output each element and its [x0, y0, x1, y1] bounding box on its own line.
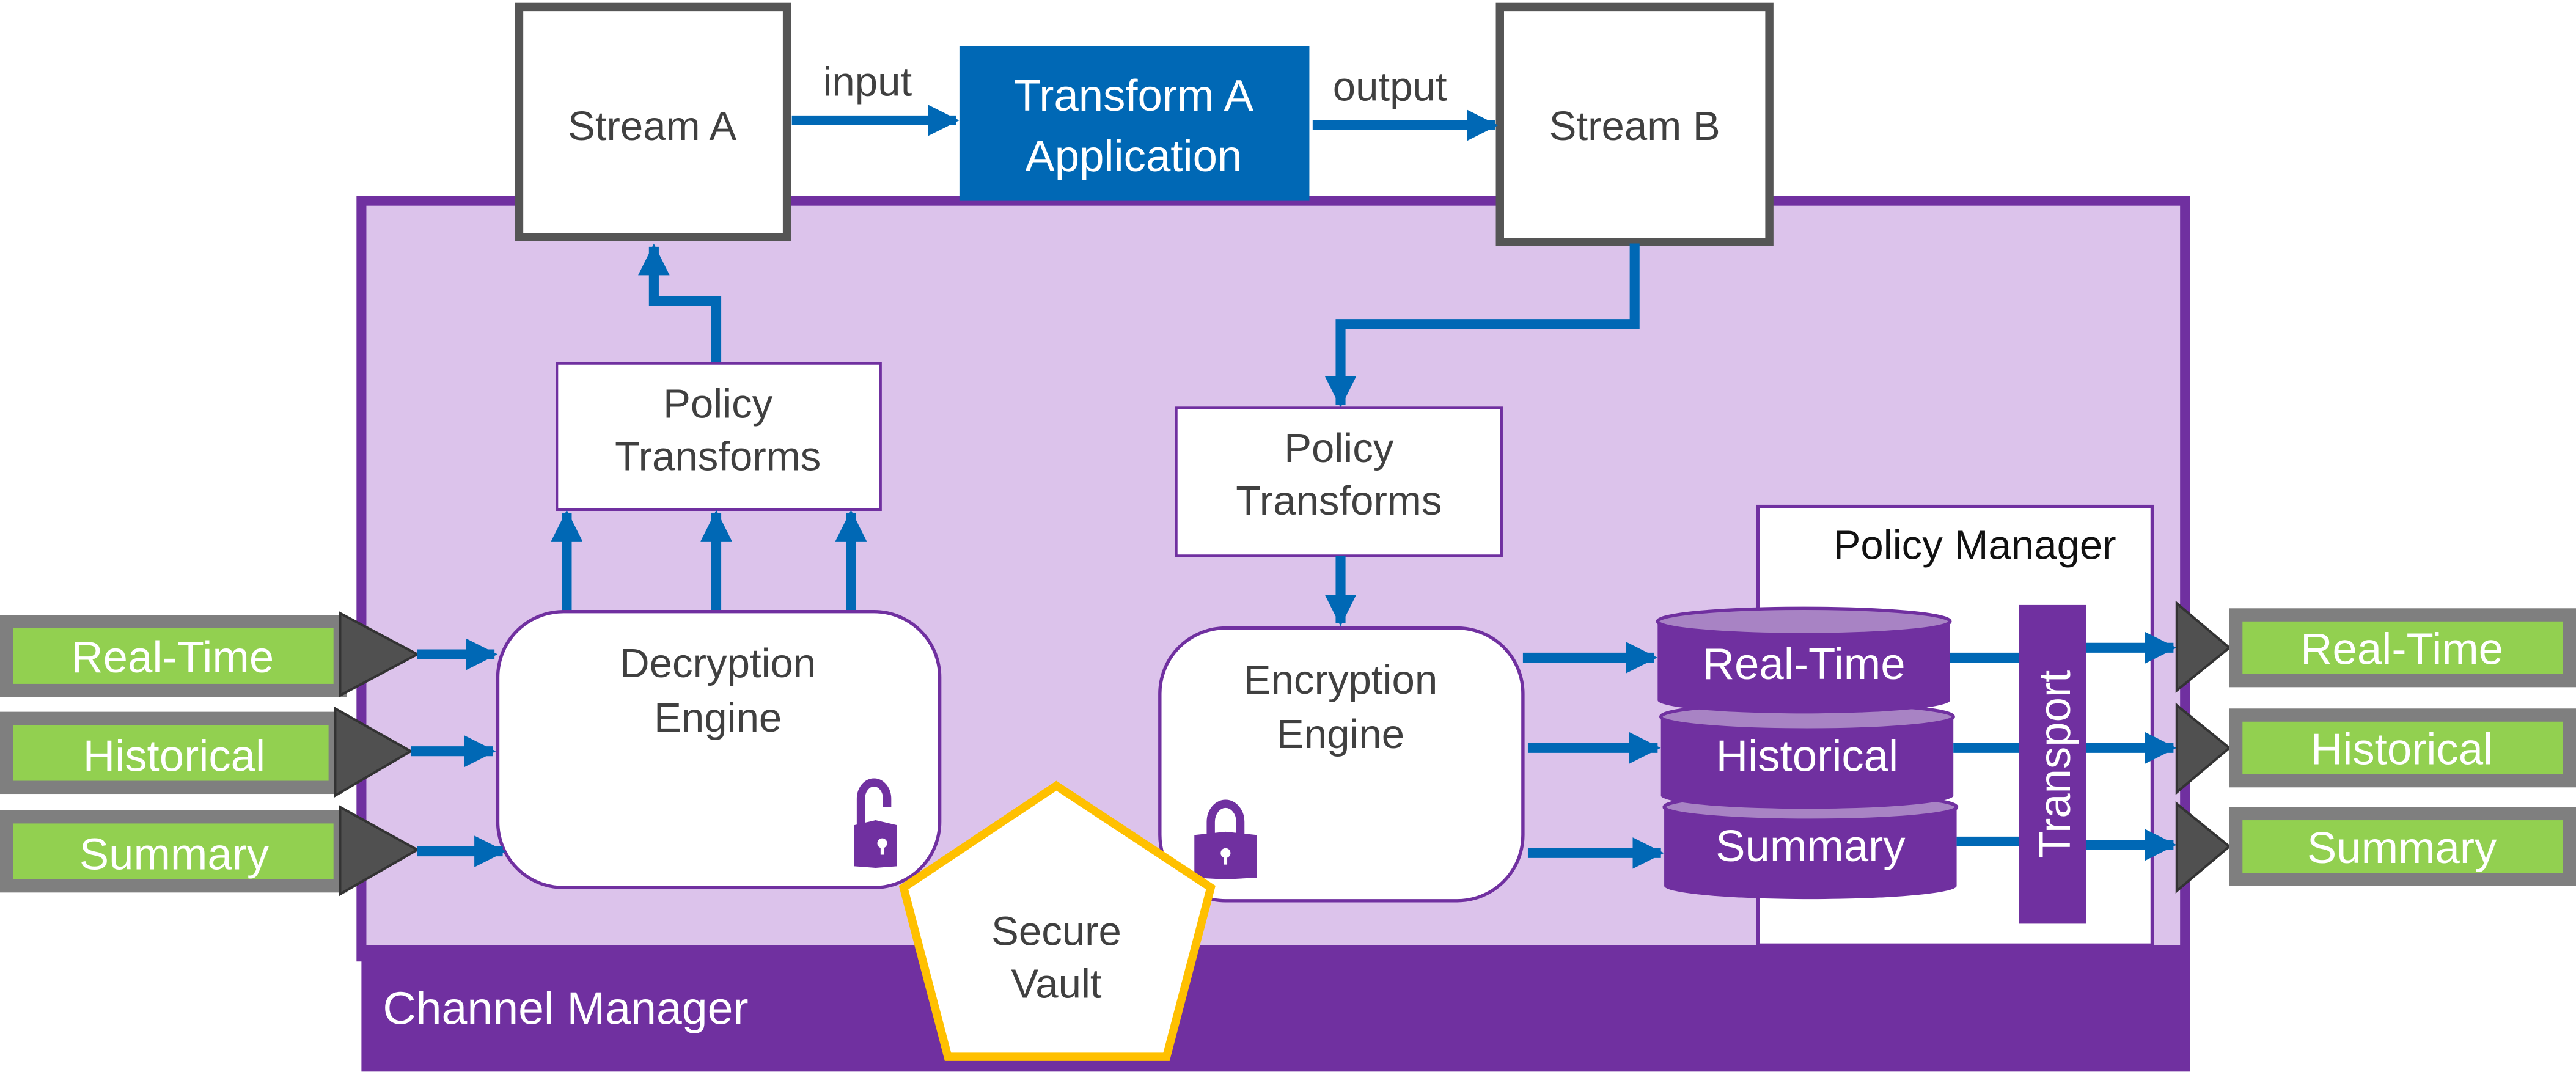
store-historical-label: Historical [1716, 731, 1898, 780]
decryption-line2: Engine [654, 695, 782, 741]
output-summary-label: Summary [2307, 823, 2497, 873]
encryption-line2: Engine [1277, 711, 1404, 757]
vault-line2: Vault [1011, 961, 1101, 1007]
output-summary[interactable]: Summary [2175, 801, 2576, 894]
policy-right-line2: Transforms [1236, 478, 1442, 524]
stream-a-label: Stream A [568, 103, 737, 149]
decryption-line1: Decryption [620, 641, 816, 686]
store-real-time[interactable]: Real-Time [1656, 606, 1952, 714]
input-real-time-label: Real-Time [71, 633, 274, 682]
output-label: output [1333, 64, 1447, 110]
transform-line2: Application [1025, 131, 1242, 181]
output-historical[interactable]: Historical [2175, 702, 2576, 795]
store-historical[interactable]: Historical [1659, 702, 1955, 809]
input-historical-label: Historical [83, 731, 265, 780]
input-summary[interactable]: Summary [0, 805, 420, 897]
input-real-time[interactable]: Real-Time [0, 611, 420, 698]
input-label: input [823, 59, 912, 105]
policy-right-line1: Policy [1284, 425, 1394, 471]
encryption-line1: Encryption [1244, 657, 1437, 703]
store-real-time-label: Real-Time [1703, 639, 1906, 689]
channel-manager-diagram: Channel Manager Stream A Transform A App… [0, 2, 2576, 1072]
policy-left-line1: Policy [663, 381, 773, 427]
output-historical-label: Historical [2311, 725, 2493, 774]
policy-left-line2: Transforms [615, 433, 821, 479]
channel-manager-label: Channel Manager [383, 982, 748, 1033]
input-summary-label: Summary [79, 830, 270, 879]
output-real-time-label: Real-Time [2300, 625, 2503, 674]
store-summary[interactable]: Summary [1662, 792, 1959, 900]
transform-line1: Transform A [1014, 71, 1254, 120]
input-historical[interactable]: Historical [0, 706, 414, 798]
store-summary-label: Summary [1715, 821, 1906, 871]
transport-label: Transport [2030, 670, 2080, 859]
policy-manager-label: Policy Manager [1833, 523, 2116, 568]
stream-b-label: Stream B [1549, 103, 1720, 149]
output-real-time[interactable]: Real-Time [2175, 600, 2576, 693]
vault-line1: Secure [991, 908, 1121, 954]
